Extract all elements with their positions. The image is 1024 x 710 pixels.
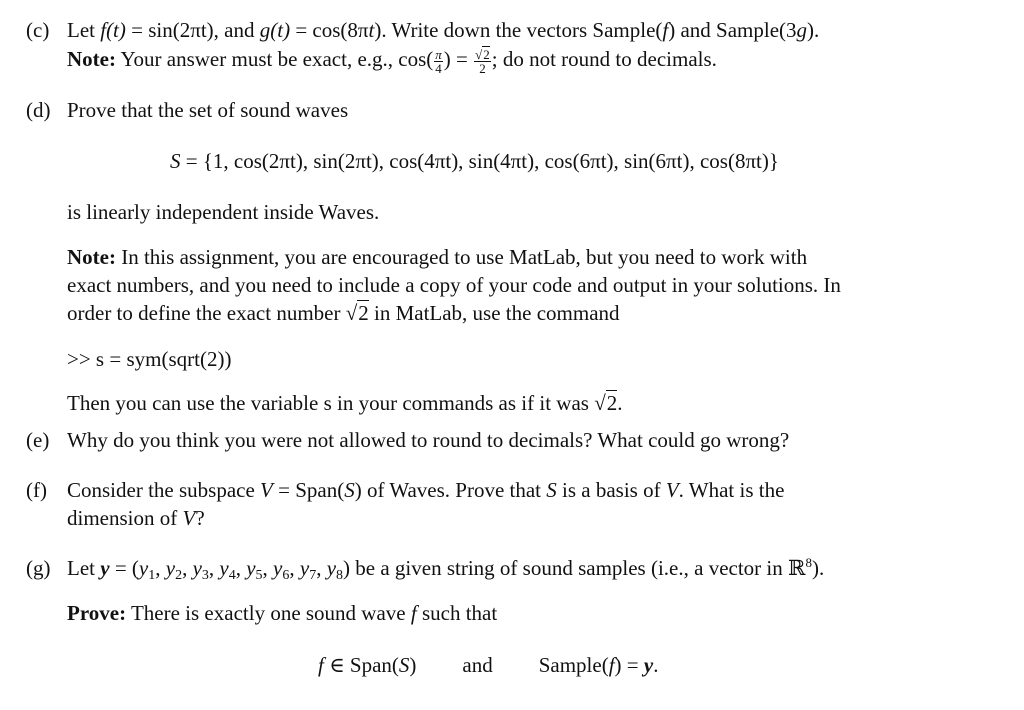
matlab-note-line-2: exact numbers, and you need to include a… <box>67 273 841 297</box>
fraction-pi-over-4: π4 <box>434 46 443 76</box>
part-f-question-line-1: Consider the subspace V = Span(S) of Wav… <box>67 478 785 502</box>
part-e-question: Why do you think you were not allowed to… <box>67 428 790 452</box>
fraction-sqrt2-over-2: √2 2 <box>474 45 491 76</box>
set-s-equation: S = {1, cos(2πt), sin(2πt), cos(4πt), si… <box>170 149 779 173</box>
matlab-note-line-3: order to define the exact number √2 in M… <box>67 300 620 325</box>
vector-y: y <box>100 556 110 580</box>
math-g-of-t: g(t) <box>259 18 291 42</box>
y-components: y1, y2, y3, y4, y5, y6, y7, y8 <box>138 556 344 583</box>
part-g-conditions: f ∈ Span(S) and Sample(f) = y. <box>318 653 659 677</box>
note-label: Note: <box>67 47 116 71</box>
part-e-label: (e) <box>26 428 50 452</box>
note-label: Note: <box>67 245 116 269</box>
part-c-question: Let f(t) = sin(2πt), and g(t) = cos(8πt)… <box>67 18 820 42</box>
part-f-question-line-2: dimension of V? <box>67 506 205 530</box>
math-f-of-t: f(t) <box>100 18 126 42</box>
part-d-label: (d) <box>26 98 51 122</box>
matlab-command: >> s = sym(sqrt(2)) <box>67 347 232 371</box>
sqrt-icon: √ <box>594 391 606 415</box>
part-g-prove: Prove: There is exactly one sound wave f… <box>67 601 498 625</box>
prove-label: Prove: <box>67 601 127 625</box>
part-c-label: (c) <box>26 18 50 42</box>
matlab-usage-note: Then you can use the variable s in your … <box>67 390 623 415</box>
part-d-conclusion: is linearly independent inside Waves. <box>67 200 380 224</box>
part-f-label: (f) <box>26 478 47 502</box>
part-g-label: (g) <box>26 556 51 580</box>
part-g-question: Let y = (y1, y2, y3, y4, y5, y6, y7, y8)… <box>67 555 825 583</box>
matlab-note-line-1: Note: In this assignment, you are encour… <box>67 245 808 269</box>
sqrt-icon: √ <box>345 301 358 325</box>
part-c-note: Note: Your answer must be exact, e.g., c… <box>67 45 717 76</box>
sqrt-icon: √ <box>475 46 483 62</box>
part-d-intro: Prove that the set of sound waves <box>67 98 349 122</box>
